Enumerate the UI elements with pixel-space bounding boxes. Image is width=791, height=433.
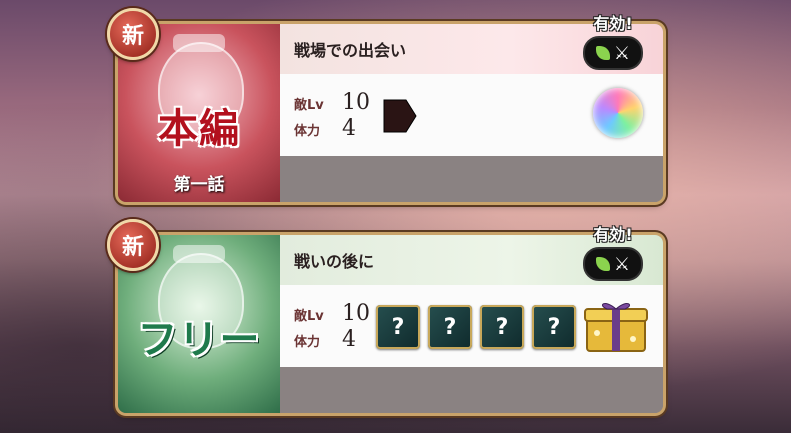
crossed-swords-icon: ⚔ bbox=[613, 253, 631, 275]
enemy-level-value: 10 bbox=[342, 90, 370, 115]
effective-marker: 有効! ⚔ bbox=[578, 221, 648, 281]
episode-label: 第一話 bbox=[173, 175, 225, 195]
quest-footer bbox=[280, 367, 663, 413]
unknown-drop-icon: ? bbox=[376, 305, 420, 349]
stamina-value: 4 bbox=[342, 327, 356, 352]
stamina-label: 体力 bbox=[294, 335, 321, 350]
quest-category: フリー bbox=[137, 316, 261, 363]
effective-icon: ⚔ bbox=[583, 247, 643, 281]
effective-marker: 有効! ⚔ bbox=[578, 10, 648, 70]
enemy-level-label: 敵Lv bbox=[294, 309, 324, 324]
leaf-icon bbox=[595, 257, 610, 271]
quest-stats: 敵Lv 10 体力 4 bbox=[294, 90, 370, 142]
rainbow-gem-icon bbox=[593, 88, 643, 138]
enemy-level-row: 敵Lv 10 bbox=[294, 90, 370, 116]
quest-title-text: 戦場での出会い bbox=[294, 41, 407, 60]
unknown-drop-icon: ? bbox=[480, 305, 524, 349]
quest-info: 敵Lv 10 体力 4 ? ? ? ? bbox=[280, 285, 663, 367]
stamina-row: 体力 4 bbox=[294, 327, 370, 353]
effective-label: 有効! bbox=[593, 225, 633, 244]
enemy-level-label: 敵Lv bbox=[294, 98, 324, 113]
stamina-row: 体力 4 bbox=[294, 116, 370, 142]
unknown-drop-icon: ? bbox=[428, 305, 472, 349]
crossed-swords-icon: ⚔ bbox=[613, 42, 631, 64]
quest-title-text: 戦いの後に bbox=[294, 252, 375, 271]
effective-icon: ⚔ bbox=[583, 36, 643, 70]
unknown-drop-icon: ? bbox=[532, 305, 576, 349]
enemy-level-value: 10 bbox=[342, 301, 370, 326]
new-badge: 新 bbox=[107, 219, 159, 271]
effective-label: 有効! bbox=[593, 14, 633, 33]
enemy-level-row: 敵Lv 10 bbox=[294, 301, 370, 327]
gold-gift-box-icon bbox=[584, 303, 648, 352]
stamina-value: 4 bbox=[342, 116, 356, 141]
leaf-icon bbox=[595, 46, 610, 60]
new-badge: 新 bbox=[107, 8, 159, 60]
quest-info: 敵Lv 10 体力 4 bbox=[280, 74, 663, 156]
quest-footer bbox=[280, 156, 663, 202]
quest-category: 本編 bbox=[158, 105, 240, 152]
pentagon-arrow-icon bbox=[383, 99, 417, 133]
stamina-label: 体力 bbox=[294, 124, 321, 139]
quest-stats: 敵Lv 10 体力 4 bbox=[294, 301, 370, 353]
